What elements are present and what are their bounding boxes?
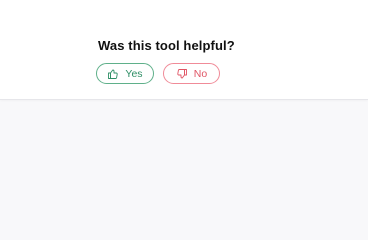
feedback-question: Was this tool helpful?	[98, 38, 235, 53]
yes-button[interactable]: Yes	[96, 63, 154, 84]
thumbs-up-icon	[107, 68, 119, 80]
no-button-label: No	[193, 67, 208, 80]
feedback-panel: Was this tool helpful? Yes No	[0, 0, 368, 100]
no-button[interactable]: No	[163, 63, 220, 84]
yes-button-label: Yes	[125, 67, 143, 80]
thumbs-down-icon	[176, 68, 188, 80]
